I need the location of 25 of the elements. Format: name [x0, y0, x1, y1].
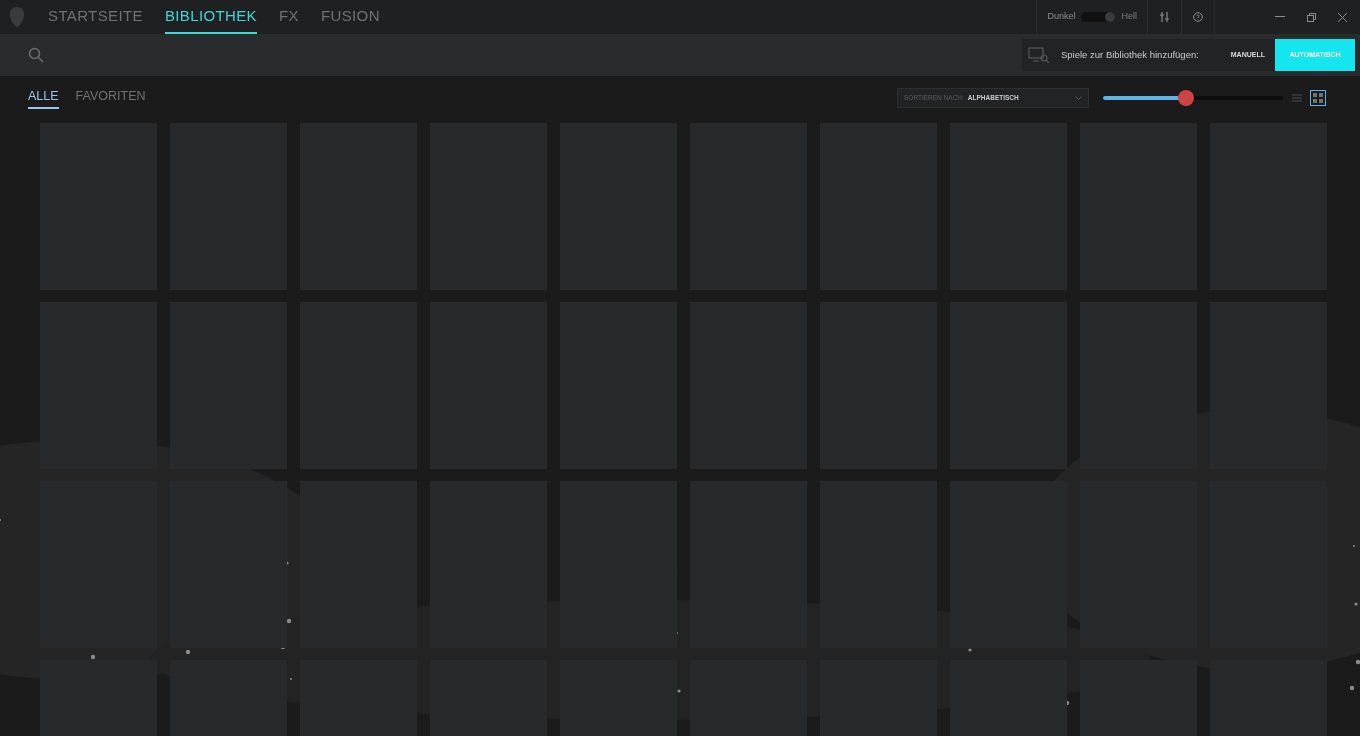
theme-toggle[interactable]: [1081, 12, 1116, 22]
theme-label: Dunkel: [1047, 10, 1076, 24]
game-tile[interactable]: [950, 481, 1067, 648]
theme-label: Hell: [1121, 10, 1137, 24]
restore-icon[interactable]: [1307, 12, 1316, 22]
nav-tab[interactable]: STARTSEITE: [48, 0, 143, 34]
close-icon[interactable]: [1338, 12, 1347, 22]
minimize-icon[interactable]: [1275, 16, 1285, 18]
filter-tab[interactable]: FAVORITEN: [75, 86, 146, 110]
sliders-icon[interactable]: [1159, 12, 1170, 22]
size-slider[interactable]: [1103, 90, 1283, 106]
list-view-icon: [1292, 94, 1302, 102]
nav-tab[interactable]: FUSION: [320, 0, 380, 34]
game-tile[interactable]: [560, 481, 677, 648]
search-icon[interactable]: [28, 47, 44, 63]
alien-logo-icon[interactable]: [9, 7, 25, 27]
chevron-down-icon: [1075, 96, 1082, 100]
grid-view-icon: [1313, 93, 1323, 103]
help-icon[interactable]: [1193, 12, 1203, 22]
filter-tab[interactable]: ALLE: [28, 86, 59, 110]
nav-tab[interactable]: FX: [279, 0, 299, 34]
monitor-search-icon: [1028, 47, 1050, 63]
view-button[interactable]: [1310, 90, 1326, 106]
game-tile[interactable]: [170, 481, 287, 648]
add-games-label: Spiele zur Bibliothek hinzufügen:: [1061, 47, 1199, 62]
